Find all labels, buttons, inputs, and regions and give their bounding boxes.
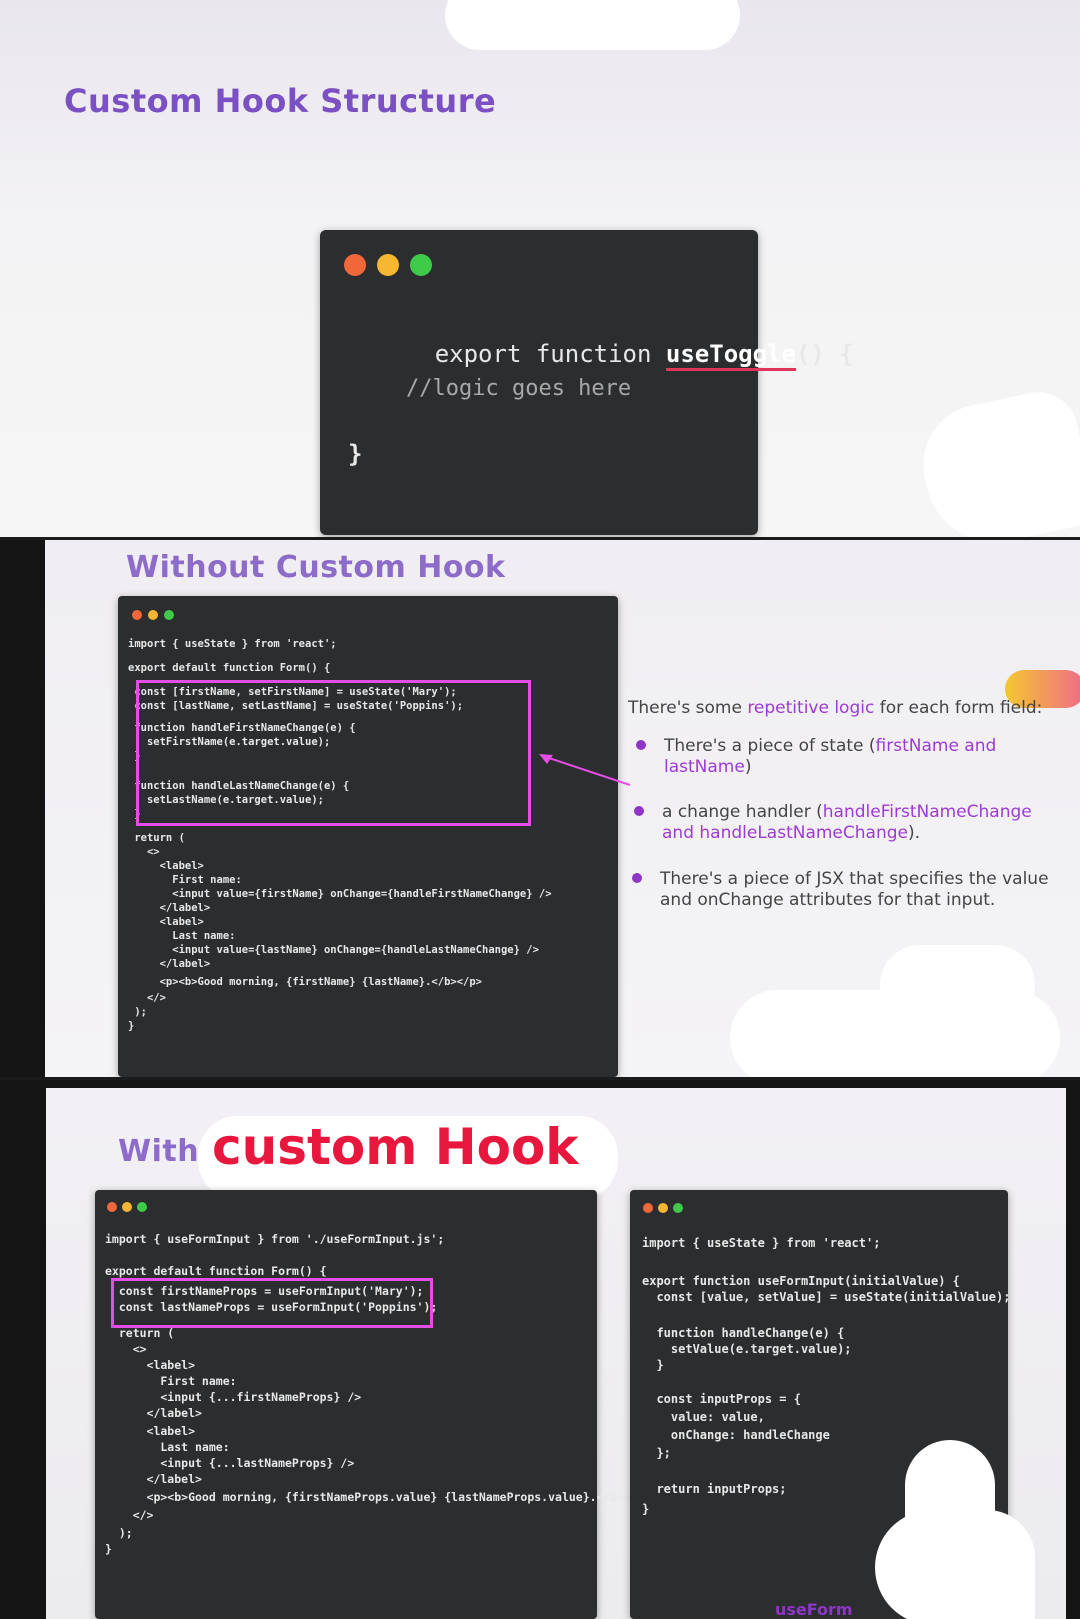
code-line: <p><b>Good morning, {firstName} {lastNam… xyxy=(128,976,483,988)
code-line: <> xyxy=(128,846,160,858)
close-dot-icon xyxy=(344,254,366,276)
close-dot-icon xyxy=(132,610,142,620)
intro-accent: repetitive logic xyxy=(747,698,875,718)
code-line: First name: xyxy=(128,874,242,886)
maximize-dot-icon xyxy=(137,1202,147,1212)
code-line: const [value, setValue] = useState(initi… xyxy=(642,1290,1011,1304)
code-window-form: import { useFormInput } from './useFormI… xyxy=(95,1190,652,1619)
code-line: </> xyxy=(128,992,166,1004)
bullet-pre: There's a piece of state ( xyxy=(664,736,876,756)
code-line: <> xyxy=(105,1342,147,1356)
slide-custom-hook-structure: Custom Hook Structure export function us… xyxy=(0,0,1080,537)
minimize-dot-icon xyxy=(122,1202,132,1212)
code-line: Last name: xyxy=(128,930,236,942)
code-line: } xyxy=(128,1020,135,1032)
code-comment: //logic goes here xyxy=(406,376,632,401)
code-line: </label> xyxy=(128,958,211,970)
code-line: export default function Form() { xyxy=(128,662,331,674)
bullet-dot-icon xyxy=(636,740,646,750)
code-line: <p><b>Good morning, {firstNameProps.valu… xyxy=(105,1490,652,1504)
code-line: <input value={lastName} onChange={handle… xyxy=(128,944,539,956)
code-line: <label> xyxy=(105,1358,196,1372)
code-line: <label> xyxy=(105,1424,196,1438)
code-line: return inputProps; xyxy=(642,1482,787,1496)
code-line: First name: xyxy=(105,1374,237,1388)
redaction-blob xyxy=(445,0,740,50)
redaction-blob xyxy=(875,1510,1035,1619)
code-window-without-hook: import { useState } from 'react'; export … xyxy=(118,596,618,1077)
code-line: <label> xyxy=(128,916,204,928)
minimize-dot-icon xyxy=(377,254,399,276)
window-controls xyxy=(107,1202,147,1212)
code-line: ); xyxy=(105,1526,133,1540)
maximize-dot-icon xyxy=(410,254,432,276)
code-line: setValue(e.target.value); xyxy=(642,1342,852,1356)
slide-without-custom-hook: Without Custom Hook import { useState } … xyxy=(0,540,1080,1077)
code-line: <input value={firstName} onChange={handl… xyxy=(128,888,552,900)
title-overlay-text: custom Hook xyxy=(212,1118,579,1176)
slide-title-prefix: With xyxy=(118,1134,200,1169)
code-line: ); xyxy=(128,1006,147,1018)
code-line: import { useState } from 'react'; xyxy=(642,1236,881,1250)
footer-fragment: useForm xyxy=(775,1600,853,1619)
bullet-post: ). xyxy=(907,823,921,843)
code-punctuation: () { xyxy=(795,340,854,368)
maximize-dot-icon xyxy=(673,1203,683,1213)
code-line: } xyxy=(105,1542,112,1556)
bullet-dot-icon xyxy=(634,806,644,816)
code-line: const inputProps = { xyxy=(642,1392,801,1406)
arrow-icon xyxy=(539,754,631,786)
code-line: } xyxy=(348,440,363,468)
intro-pre: There's some xyxy=(628,698,748,718)
minimize-dot-icon xyxy=(658,1203,668,1213)
code-window: export function useToggle() { //logic go… xyxy=(320,230,854,535)
code-line: </> xyxy=(105,1508,154,1522)
code-line: Last name: xyxy=(105,1440,230,1454)
redaction-blob xyxy=(730,990,1060,1077)
code-line: <input {...lastNameProps} /> xyxy=(105,1456,355,1470)
maximize-dot-icon xyxy=(164,610,174,620)
code-line: </label> xyxy=(105,1472,202,1486)
bullet-pre: a change handler ( xyxy=(662,802,823,822)
code-line: return ( xyxy=(105,1326,175,1340)
code-line: <input {...firstNameProps} /> xyxy=(105,1390,362,1404)
code-line: function handleChange(e) { xyxy=(642,1326,845,1340)
minimize-dot-icon xyxy=(148,610,158,620)
highlight-box xyxy=(136,680,531,826)
code-line: } xyxy=(642,1358,664,1372)
code-line: export default function Form() { xyxy=(105,1264,327,1278)
window-controls xyxy=(344,254,432,276)
bullet-dot-icon xyxy=(632,873,642,883)
code-line: import { useState } from 'react'; xyxy=(128,638,337,650)
code-line: <label> xyxy=(128,860,204,872)
code-line: } xyxy=(642,1502,650,1516)
code-function-name: useToggle xyxy=(665,340,796,371)
intro-text: There's some repetitive logic for each f… xyxy=(628,698,1058,719)
bullet-item: There's a piece of state (firstName and … xyxy=(664,736,1024,778)
code-line: import { useFormInput } from './useFormI… xyxy=(105,1232,445,1246)
bullet-post: ) xyxy=(744,757,752,777)
window-controls xyxy=(643,1203,683,1213)
bullet-item: There's a piece of JSX that specifies th… xyxy=(660,869,1060,911)
slide-title: Custom Hook Structure xyxy=(64,82,497,120)
code-line: </label> xyxy=(105,1406,202,1420)
code-line: onChange: handleChange xyxy=(642,1428,830,1442)
intro-post: for each form field: xyxy=(874,698,1043,718)
slide-title: Without Custom Hook xyxy=(126,550,506,585)
code-line: return ( xyxy=(128,832,185,844)
code-line: }; xyxy=(642,1446,671,1460)
bullet-item: a change handler (handleFirstNameChange … xyxy=(662,802,1062,844)
code-line: </label> xyxy=(128,902,211,914)
highlight-box xyxy=(111,1278,433,1328)
code-line: export function useFormInput(initialValu… xyxy=(642,1274,960,1288)
slide-with-custom-hook: With custom Hook import { useFormInput }… xyxy=(0,1080,1080,1619)
close-dot-icon xyxy=(643,1203,653,1213)
code-keyword: export function xyxy=(434,340,666,368)
bullet-pre: There's a piece of JSX that specifies th… xyxy=(660,869,1049,910)
close-dot-icon xyxy=(107,1202,117,1212)
window-controls xyxy=(132,610,174,620)
code-line: value: value, xyxy=(642,1410,765,1424)
